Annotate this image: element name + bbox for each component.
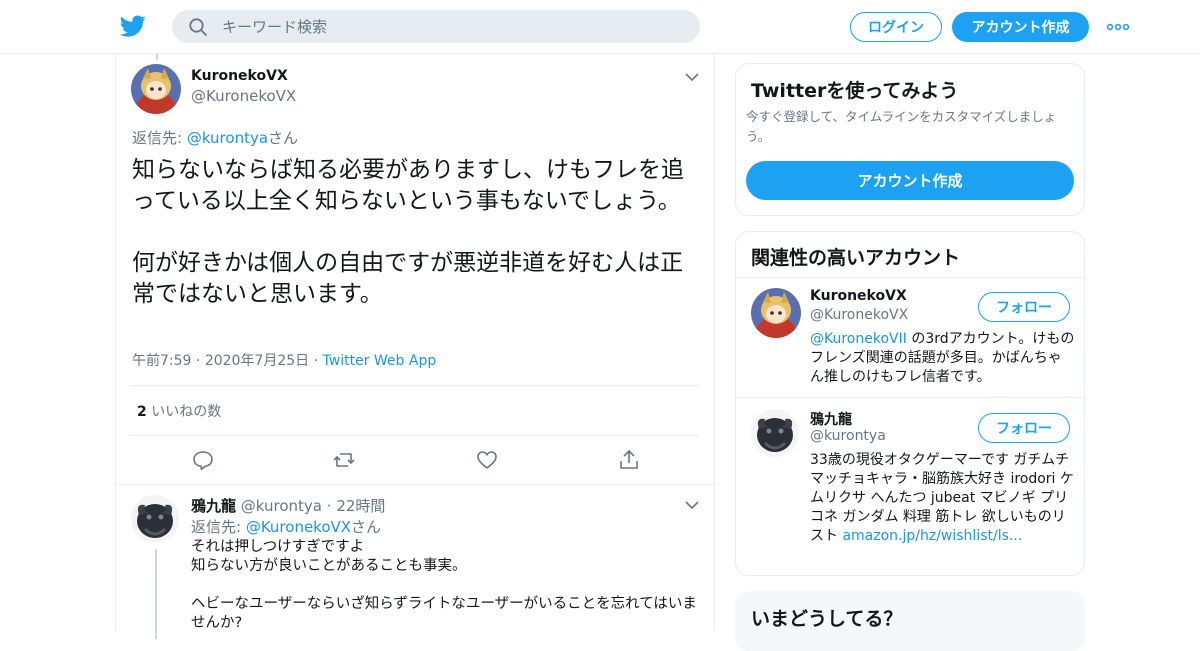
tweet-author-handle[interactable]: @KuronekoVX <box>191 87 296 105</box>
reply-to-suffix: さん <box>351 518 382 536</box>
likes-label: いいねの数 <box>151 404 222 420</box>
search-icon <box>189 18 207 36</box>
reply-to-prefix: 返信先: <box>132 129 187 147</box>
follow-button[interactable]: フォロー <box>978 292 1070 322</box>
signup-button[interactable]: アカウント作成 <box>952 12 1089 42</box>
divider <box>736 397 1084 398</box>
reply-to-link[interactable]: @kurontya <box>187 129 268 147</box>
account-handle[interactable]: @KuronekoVX <box>810 307 908 323</box>
account-handle[interactable]: @kurontya <box>810 428 886 444</box>
account-bio: 33歳の現役オタクゲーマーです ガチムチマッチョキャラ・脳筋族大好き irodo… <box>810 451 1075 546</box>
bio-link[interactable]: @KuronekoVII <box>810 331 907 347</box>
avatar[interactable] <box>131 64 181 114</box>
reply-text: それは押しつけすぎですよ 知らない方が良いことがあることも事実。 ヘビーなユーザ… <box>191 539 697 631</box>
signup-promo-card: Twitterを使ってみよう 今すぐ登録して、タイムラインをカスタマイズしましょ… <box>735 63 1085 216</box>
more-options-icon[interactable] <box>1106 18 1130 36</box>
reply-to-line: 返信先: @kurontyaさん <box>132 127 298 148</box>
divider <box>131 385 699 386</box>
signup-promo-description: 今すぐ登録して、タイムラインをカスタマイズしましょう。 <box>746 109 1057 144</box>
thread-connector <box>156 54 158 60</box>
chevron-down-icon[interactable] <box>685 500 699 510</box>
trends-title: いまどうしてる？ <box>751 608 903 630</box>
chevron-down-icon[interactable] <box>685 72 699 82</box>
tweet-source[interactable]: Twitter Web App <box>323 353 437 369</box>
divider <box>736 277 1084 278</box>
share-icon[interactable] <box>618 449 640 471</box>
reply-to-suffix: さん <box>268 129 299 147</box>
search-box[interactable] <box>172 10 700 43</box>
avatar-image <box>131 64 181 114</box>
signup-promo-title: Twitterを使ってみよう <box>751 80 959 102</box>
related-accounts-card: 関連性の高いアカウント KuronekoVX @KuronekoVX フォロー … <box>735 231 1085 576</box>
follow-button[interactable]: フォロー <box>978 413 1070 443</box>
likes-count[interactable]: 2 いいねの数 <box>137 401 221 421</box>
twitter-bird-icon[interactable] <box>119 13 147 39</box>
avatar[interactable] <box>751 409 799 457</box>
reply-author-handle[interactable]: @kurontya <box>241 497 322 515</box>
login-button[interactable]: ログイン <box>850 12 942 42</box>
reply-to-line: 返信先: @KuronekoVXさん <box>191 516 381 537</box>
account-name[interactable]: KuronekoVX <box>810 288 907 304</box>
avatar-image <box>751 288 801 338</box>
tweet-author-name[interactable]: KuronekoVX <box>191 68 288 84</box>
account-name[interactable]: 鴉九龍 <box>810 409 852 429</box>
create-account-button[interactable]: アカウント作成 <box>746 161 1074 200</box>
timeline-column: KuronekoVX @KuronekoVX 返信先: @kurontyaさん … <box>115 54 715 639</box>
related-accounts-title: 関連性の高いアカウント <box>751 247 961 269</box>
reply-to-prefix: 返信先: <box>191 518 246 536</box>
reply-icon[interactable] <box>192 449 214 471</box>
account-bio: @KuronekoVII の3rdアカウント。けものフレンズ関連の話題が多目。か… <box>810 330 1075 387</box>
retweet-icon[interactable] <box>333 449 355 471</box>
tweet-date[interactable]: 2020年7月25日 <box>205 353 309 369</box>
top-navigation-bar: ログイン アカウント作成 <box>0 0 1200 54</box>
tweet-time[interactable]: 午前7:59 <box>132 353 191 369</box>
likes-number: 2 <box>137 404 147 420</box>
like-heart-icon[interactable] <box>476 449 498 471</box>
reply-author[interactable]: 鴉九龍 @kurontya · 22時間 <box>191 495 385 516</box>
avatar-image <box>751 409 799 457</box>
avatar[interactable] <box>751 288 801 338</box>
reply-time-separator: · <box>322 497 337 515</box>
bio-link[interactable]: amazon.jp/hz/wishlist/ls... <box>842 528 1022 544</box>
reply-time[interactable]: 22時間 <box>336 497 385 515</box>
avatar[interactable] <box>131 495 179 543</box>
reply-to-link[interactable]: @KuronekoVX <box>246 518 351 536</box>
divider <box>131 435 699 436</box>
thread-connector <box>155 549 157 639</box>
tweet-timestamp: 午前7:59 · 2020年7月25日 · Twitter Web App <box>132 353 437 369</box>
trends-card: いまどうしてる？ <box>735 591 1085 651</box>
divider <box>116 484 714 485</box>
search-input[interactable] <box>222 10 682 43</box>
reply-author-name[interactable]: 鴉九龍 <box>191 497 236 515</box>
tweet-text: 知らないならば知る必要がありますし、けもフレを追っている以上全く知らないという事… <box>132 157 684 307</box>
avatar-image <box>131 495 179 543</box>
